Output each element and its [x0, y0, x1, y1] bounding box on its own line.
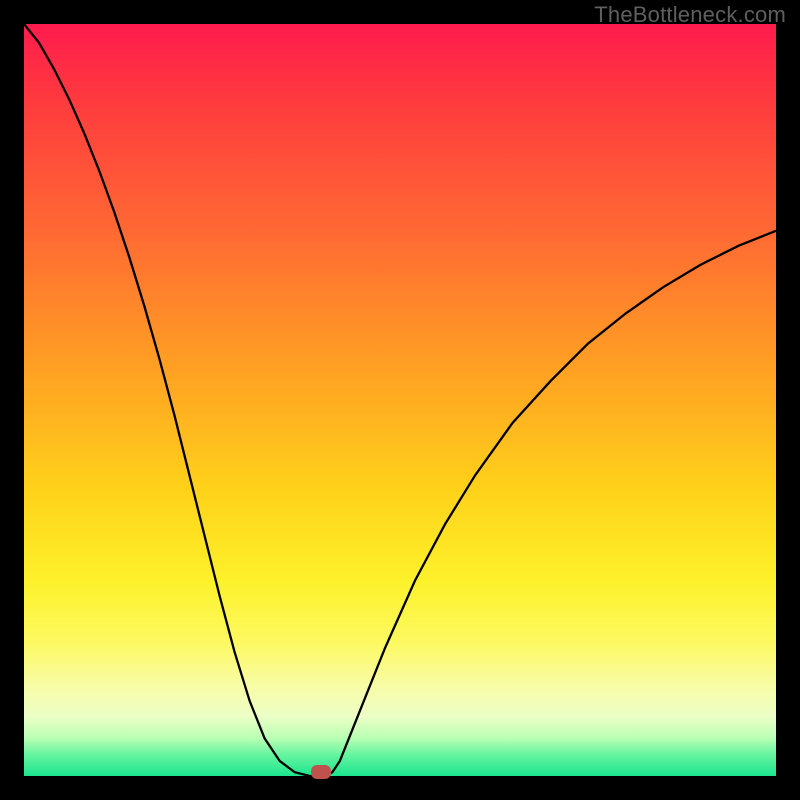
- plot-area: [24, 24, 776, 776]
- bottleneck-curve: [24, 24, 776, 776]
- watermark-text: TheBottleneck.com: [594, 2, 786, 28]
- optimal-point-marker: [311, 765, 331, 779]
- curve-svg: [24, 24, 776, 776]
- chart-container: TheBottleneck.com: [0, 0, 800, 800]
